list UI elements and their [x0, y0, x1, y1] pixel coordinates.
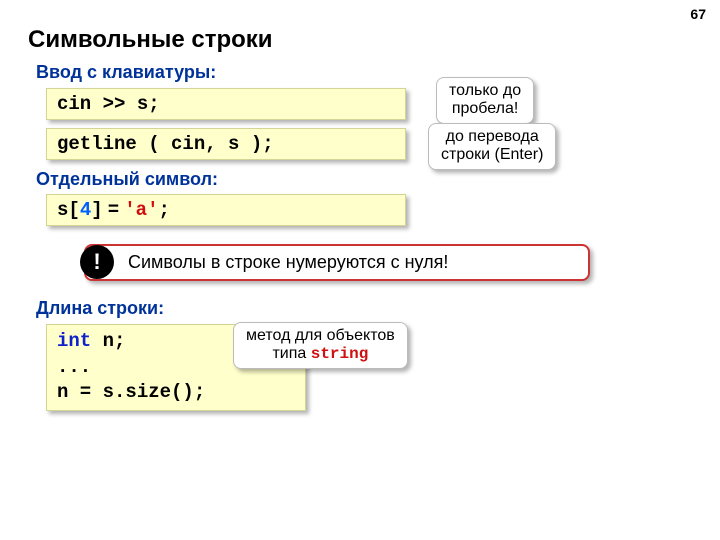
code-index-a: s[ — [57, 199, 80, 221]
page-number: 67 — [690, 6, 706, 22]
code-index-idx: 4 — [80, 199, 91, 221]
section-length-label: Длина строки: — [36, 298, 164, 319]
kw-int: int — [57, 330, 91, 352]
callout-enter: до перевода строки (Enter) — [428, 123, 556, 170]
callout-method-kw: string — [311, 345, 369, 363]
slide-title: Символьные строки — [28, 26, 273, 54]
code-cin: cin >> s; — [46, 88, 406, 120]
code-index-b: ] — [91, 199, 102, 221]
section-input-label: Ввод с клавиатуры: — [36, 62, 216, 83]
section-char-label: Отдельный символ: — [36, 169, 218, 190]
code-index-q: 'a' — [124, 199, 158, 221]
callout-probela: только до пробела! — [436, 77, 534, 124]
warn-box: ! Символы в строке нумеруются с нуля! — [84, 244, 590, 281]
warn-text: Символы в строке нумеруются с нуля! — [128, 252, 448, 273]
warn-icon: ! — [80, 245, 114, 279]
callout-method: метод для объектов типа string — [233, 322, 408, 369]
code-index: s[4] = 'a'; — [46, 194, 406, 226]
code-index-c: = — [103, 199, 125, 220]
code-index-d: ; — [159, 199, 170, 221]
code-length-line3: n = s.size(); — [57, 380, 295, 406]
code-getline: getline ( cin, s ); — [46, 128, 406, 160]
code-length-rest1: n; — [91, 330, 125, 352]
